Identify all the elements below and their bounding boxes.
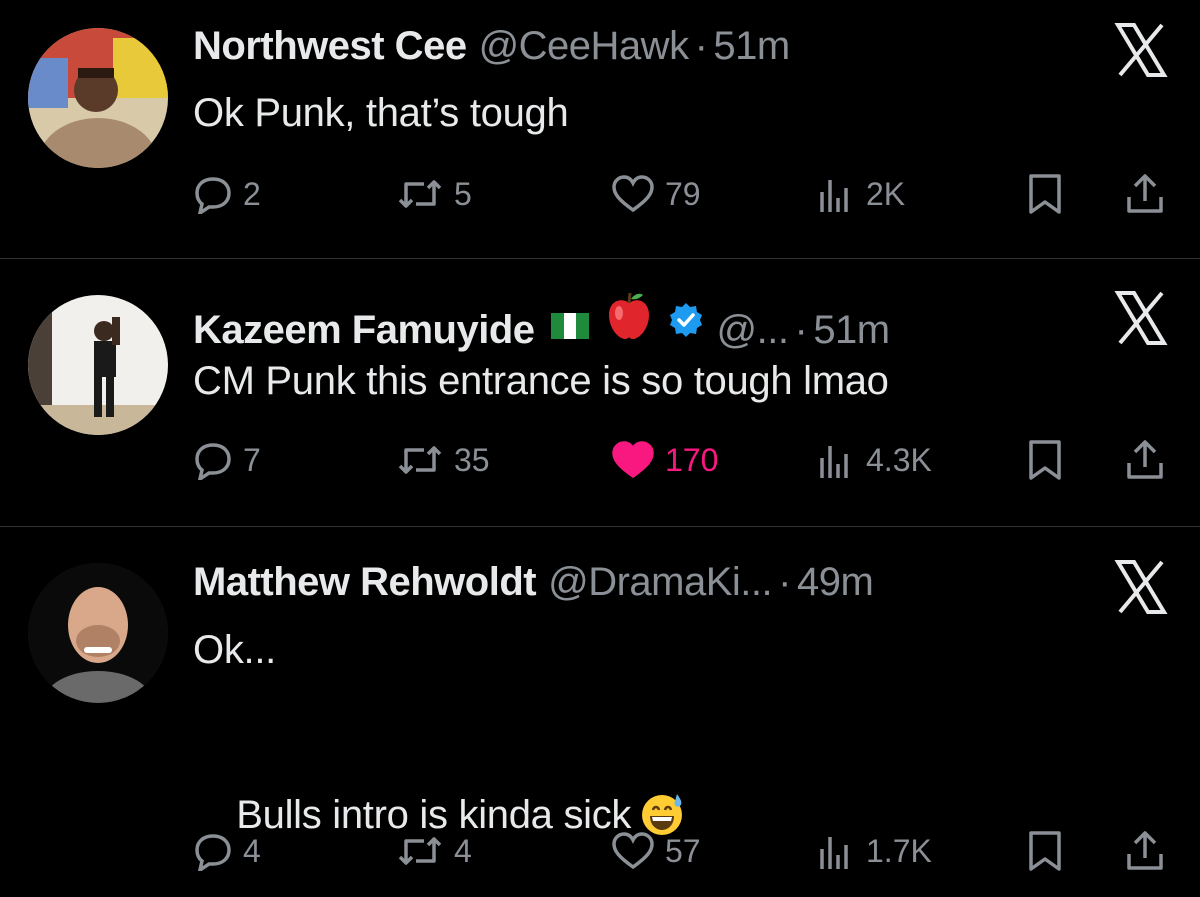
action-bar: 4 4 57 1.7K bbox=[193, 827, 1173, 875]
views-button[interactable]: 2K bbox=[816, 170, 905, 218]
reply-button[interactable]: 2 bbox=[193, 170, 261, 218]
display-name[interactable]: Kazeem Famuyide bbox=[193, 308, 535, 353]
tweet-3[interactable]: Matthew Rehwoldt @DramaKi... · 49m Ok...… bbox=[0, 527, 1200, 897]
handle[interactable]: @... bbox=[717, 308, 789, 353]
tweet-text: CM Punk this entrance is so tough lmao bbox=[193, 359, 889, 403]
tweet-header: Matthew Rehwoldt @DramaKi... · 49m bbox=[193, 560, 874, 610]
like-count: 170 bbox=[665, 441, 719, 478]
views-icon bbox=[820, 180, 848, 212]
share-icon bbox=[1127, 174, 1163, 213]
reply-button[interactable]: 7 bbox=[193, 436, 261, 484]
tweet-header: Northwest Cee @CeeHawk · 51m bbox=[193, 24, 790, 74]
retweet-icon bbox=[398, 446, 442, 474]
views-button[interactable]: 1.7K bbox=[816, 827, 932, 875]
share-button[interactable] bbox=[1125, 436, 1165, 484]
bookmark-icon bbox=[1029, 831, 1061, 871]
action-bar: 2 5 79 2K bbox=[193, 170, 1173, 218]
retweet-icon bbox=[398, 180, 442, 208]
reply-icon bbox=[195, 177, 231, 214]
separator-dot: · bbox=[794, 308, 808, 352]
reply-icon bbox=[195, 443, 231, 480]
handle[interactable]: @DramaKi... bbox=[548, 560, 773, 605]
verified-badge-icon bbox=[667, 301, 705, 339]
apple-emoji-icon bbox=[603, 289, 655, 341]
display-name[interactable]: Northwest Cee bbox=[193, 24, 467, 69]
views-count: 2K bbox=[866, 175, 906, 212]
timestamp[interactable]: 51m bbox=[713, 24, 790, 69]
avatar[interactable] bbox=[28, 28, 168, 168]
like-count: 57 bbox=[665, 832, 701, 869]
like-icon bbox=[612, 441, 654, 479]
like-button[interactable]: 57 bbox=[611, 827, 701, 875]
display-name[interactable]: Matthew Rehwoldt bbox=[193, 560, 537, 605]
views-icon bbox=[820, 446, 848, 478]
views-button[interactable]: 4.3K bbox=[816, 436, 932, 484]
share-button[interactable] bbox=[1125, 170, 1165, 218]
bookmark-icon bbox=[1029, 440, 1061, 480]
bookmark-button[interactable] bbox=[1027, 170, 1063, 218]
like-button[interactable]: 79 bbox=[611, 170, 701, 218]
views-icon bbox=[820, 837, 848, 869]
bookmark-icon bbox=[1029, 174, 1061, 214]
avatar-image bbox=[28, 563, 168, 703]
retweet-count: 35 bbox=[454, 441, 490, 478]
retweet-count: 4 bbox=[454, 832, 472, 869]
retweet-icon bbox=[398, 837, 442, 865]
share-button[interactable] bbox=[1125, 827, 1165, 875]
bookmark-button[interactable] bbox=[1027, 827, 1063, 875]
timestamp[interactable]: 49m bbox=[797, 560, 874, 605]
retweet-button[interactable]: 35 bbox=[396, 436, 490, 484]
tweet-text-line-1: Ok... bbox=[193, 628, 276, 672]
share-icon bbox=[1127, 831, 1163, 870]
tweet-text: Ok Punk, that’s tough bbox=[193, 91, 569, 135]
bookmark-button[interactable] bbox=[1027, 436, 1063, 484]
handle[interactable]: @CeeHawk bbox=[479, 24, 690, 69]
avatar-image bbox=[28, 295, 168, 435]
retweet-button[interactable]: 4 bbox=[396, 827, 472, 875]
like-icon bbox=[612, 832, 654, 870]
retweet-count: 5 bbox=[454, 175, 472, 212]
separator-dot: · bbox=[694, 24, 708, 68]
close-x-icon[interactable] bbox=[1112, 289, 1170, 347]
views-count: 1.7K bbox=[866, 832, 932, 869]
avatar-image bbox=[28, 28, 168, 168]
reply-count: 4 bbox=[243, 832, 261, 869]
tweet-header: Kazeem Famuyide @... · 51m bbox=[193, 289, 890, 352]
views-count: 4.3K bbox=[866, 441, 932, 478]
reply-count: 7 bbox=[243, 441, 261, 478]
share-icon bbox=[1127, 440, 1163, 479]
reply-button[interactable]: 4 bbox=[193, 827, 261, 875]
like-icon bbox=[612, 175, 654, 213]
reply-count: 2 bbox=[243, 175, 261, 212]
action-bar: 7 35 170 4.3K bbox=[193, 436, 1173, 484]
nigeria-flag-icon bbox=[550, 304, 589, 339]
separator-dot: · bbox=[778, 560, 791, 604]
tweet-1[interactable]: Northwest Cee @CeeHawk · 51m Ok Punk, th… bbox=[0, 0, 1200, 258]
close-x-icon[interactable] bbox=[1112, 21, 1170, 79]
timestamp[interactable]: 51m bbox=[813, 308, 890, 353]
reply-icon bbox=[195, 834, 231, 871]
close-x-icon[interactable] bbox=[1112, 558, 1170, 616]
avatar[interactable] bbox=[28, 295, 168, 435]
avatar[interactable] bbox=[28, 563, 168, 703]
like-count: 79 bbox=[665, 175, 701, 212]
retweet-button[interactable]: 5 bbox=[396, 170, 472, 218]
tweet-2[interactable]: Kazeem Famuyide @... · 51m CM Punk this … bbox=[0, 259, 1200, 526]
like-button[interactable]: 170 bbox=[611, 436, 718, 484]
